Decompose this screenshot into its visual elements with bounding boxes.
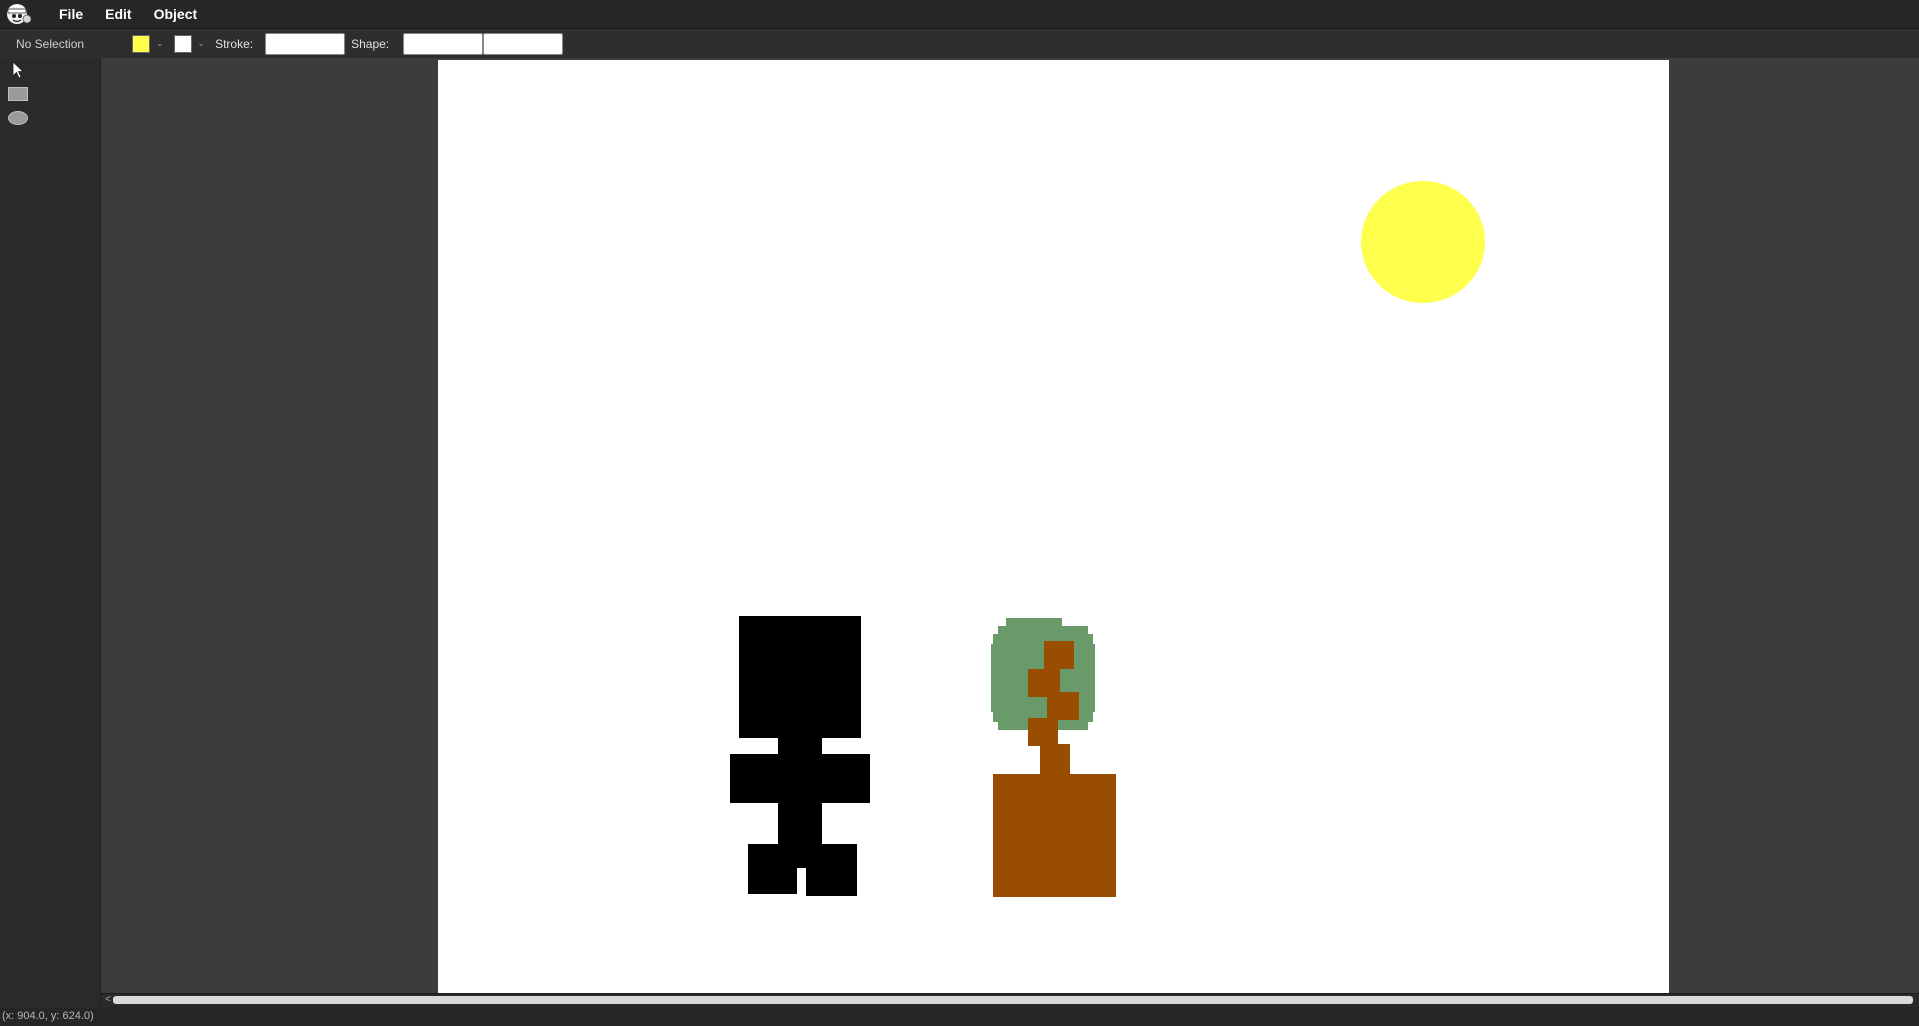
shape-param-input-2[interactable] <box>483 32 564 55</box>
stroke-label: Stroke: <box>215 36 254 51</box>
scrollbar-thumb[interactable] <box>113 996 1913 1004</box>
select-tool[interactable] <box>7 60 29 84</box>
shape-label: Shape: <box>351 36 390 51</box>
artboard[interactable] <box>438 60 1669 993</box>
ellipse-icon <box>8 110 28 130</box>
shape-param-input-1[interactable] <box>403 32 484 55</box>
person-neck[interactable] <box>778 738 822 754</box>
menu-object[interactable]: Object <box>143 0 209 28</box>
fill-color-dropdown-icon[interactable]: ⌄ <box>156 38 164 49</box>
stroke-color-swatch[interactable] <box>173 34 192 53</box>
stroke-color-dropdown-icon[interactable]: ⌄ <box>198 38 206 49</box>
stroke-width-input[interactable] <box>265 32 346 55</box>
person-figure[interactable] <box>730 616 870 896</box>
ellipse-tool[interactable] <box>7 109 29 131</box>
fill-color-swatch[interactable] <box>132 34 150 53</box>
horizontal-scrollbar[interactable]: < <box>101 993 1919 1007</box>
rectangle-tool[interactable] <box>7 85 29 107</box>
canvas-workspace[interactable] <box>101 58 1919 993</box>
property-toolbar: No Selection ⌄ ⌄ Stroke: Shape: <box>0 29 1919 58</box>
person-leg-joint[interactable] <box>778 844 806 868</box>
selection-status: No Selection <box>16 36 85 51</box>
menu-file[interactable]: File <box>48 0 94 28</box>
planter-box[interactable] <box>993 774 1116 897</box>
menu-bar: File Edit Object <box>0 0 1919 29</box>
app-logo-face-icon[interactable] <box>2 0 36 28</box>
arrow-pointer-icon <box>11 60 25 84</box>
person-head[interactable] <box>739 616 861 738</box>
app-window: File Edit Object No Selection ⌄ ⌄ Stroke… <box>0 0 1919 1026</box>
sun-ellipse[interactable] <box>1361 181 1485 303</box>
person-right-leg[interactable] <box>806 844 857 896</box>
status-bar: (x: 904.0, y: 624.0) <box>0 1007 1919 1026</box>
rectangle-icon <box>8 86 28 106</box>
person-body[interactable] <box>730 754 870 803</box>
tools-panel <box>0 58 101 1008</box>
person-torso[interactable] <box>778 803 822 844</box>
scroll-left-arrow-icon[interactable]: < <box>103 995 113 1005</box>
cursor-coordinates: (x: 904.0, y: 624.0) <box>2 1010 94 1022</box>
menu-edit[interactable]: Edit <box>94 0 142 28</box>
